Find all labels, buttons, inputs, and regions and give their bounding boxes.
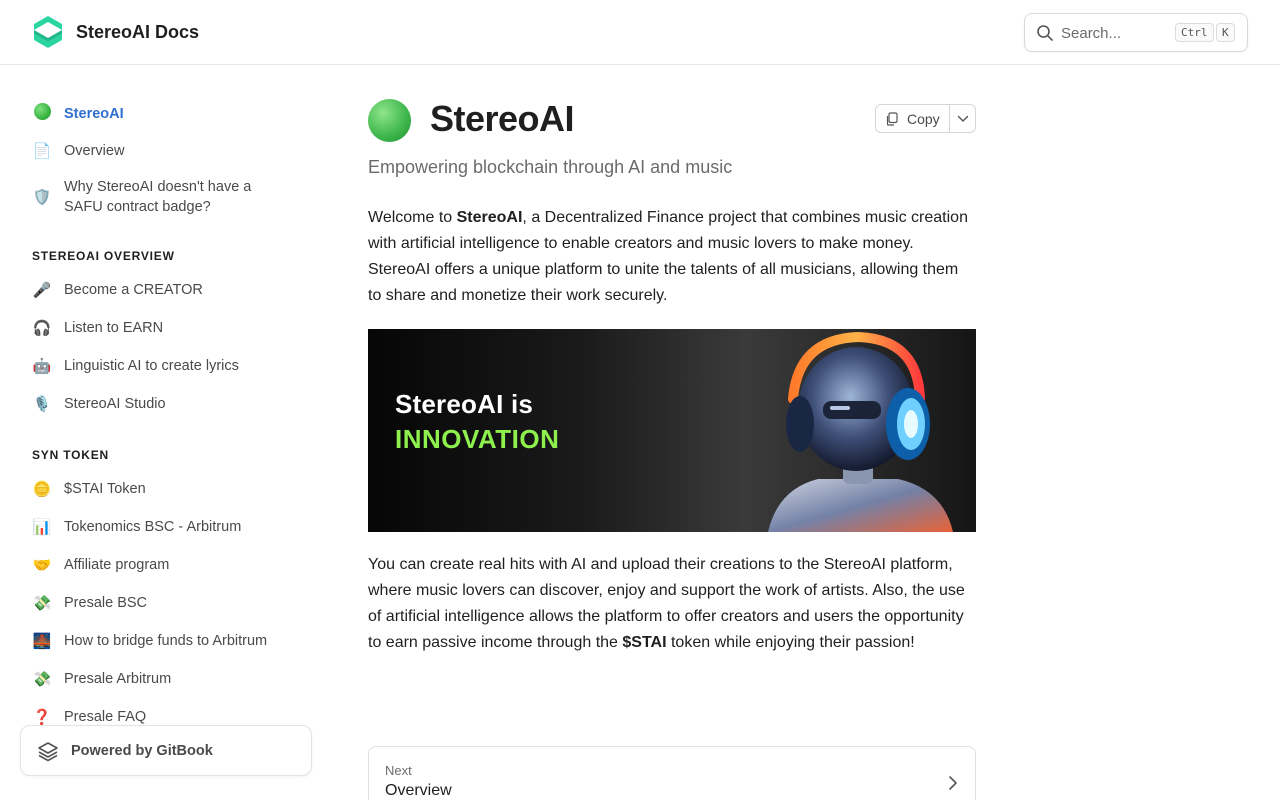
headphones-icon: 🎧 xyxy=(32,320,52,337)
robot-with-headphones-illustration xyxy=(768,331,953,532)
sidebar-item-presale-arbitrum[interactable]: 💸 Presale Arbitrum xyxy=(20,669,300,689)
green-circle-icon xyxy=(368,99,411,142)
sidebar-item-presale-faq[interactable]: ❓ Presale FAQ xyxy=(20,707,300,727)
green-circle-icon xyxy=(32,103,52,124)
top-header: StereoAI Docs Search... Ctrl K xyxy=(0,0,1280,65)
studio-microphone-icon: 🎙️ xyxy=(32,396,52,413)
money-wings-icon: 💸 xyxy=(32,595,52,612)
sidebar-item-label: Tokenomics BSC - Arbitrum xyxy=(64,519,242,535)
title-row: StereoAI Copy xyxy=(368,97,976,142)
search-icon xyxy=(1037,25,1053,41)
sidebar-item-safu-badge[interactable]: 🛡️ Why StereoAI doesn't have a SAFU cont… xyxy=(20,177,280,217)
section-title-stereoai-overview: STEREOAI OVERVIEW xyxy=(32,249,175,263)
powered-by-gitbook-button[interactable]: Powered by GitBook xyxy=(20,725,312,776)
second-paragraph: You can create real hits with AI and upl… xyxy=(368,556,965,651)
sidebar-item-linguistic-ai[interactable]: 🤖 Linguistic AI to create lyrics xyxy=(20,356,300,376)
sidebar-item-label: Presale BSC xyxy=(64,595,148,611)
robot-icon: 🤖 xyxy=(32,358,52,375)
copy-icon xyxy=(886,111,898,126)
bold-stereoai: StereoAI xyxy=(456,209,523,226)
sidebar-item-presale-bsc[interactable]: 💸 Presale BSC xyxy=(20,593,300,613)
sidebar-item-become-creator[interactable]: 🎤 Become a CREATOR xyxy=(20,280,300,300)
sidebar-item-stereoai[interactable]: StereoAI xyxy=(20,103,300,124)
sidebar-nav: StereoAI 📄 Overview 🛡️ Why StereoAI does… xyxy=(20,65,312,800)
intro-paragraph: Welcome to StereoAI, a Decentralized Fin… xyxy=(368,209,968,304)
next-caption: Next xyxy=(385,763,412,778)
sidebar-item-label: Overview xyxy=(64,143,125,159)
banner-line-1: StereoAI is xyxy=(395,389,534,419)
shortcut-k-key: K xyxy=(1216,23,1235,42)
sidebar-item-label: Why StereoAI doesn't have a SAFU contrac… xyxy=(64,179,252,215)
sidebar-item-tokenomics[interactable]: 📊 Tokenomics BSC - Arbitrum xyxy=(20,517,300,537)
page-icon: 📄 xyxy=(32,143,52,160)
sidebar-item-stereoai-studio[interactable]: 🎙️ StereoAI Studio xyxy=(20,394,300,414)
chevron-right-icon xyxy=(949,776,957,790)
sidebar-item-affiliate[interactable]: 🤝 Affiliate program xyxy=(20,555,300,575)
sidebar-item-label: Linguistic AI to create lyrics xyxy=(64,358,239,374)
copy-label: Copy xyxy=(907,110,940,127)
handshake-icon: 🤝 xyxy=(32,557,52,574)
coin-icon: 🪙 xyxy=(32,481,52,498)
chevron-down-icon xyxy=(957,115,968,122)
sidebar-item-label: Become a CREATOR xyxy=(64,282,203,298)
powered-by-label: Powered by GitBook xyxy=(71,743,213,759)
main-content: StereoAI Copy Empowering blockchain thro… xyxy=(368,65,976,800)
sidebar-item-label: StereoAI Studio xyxy=(64,396,166,412)
sidebar-item-stai-token[interactable]: 🪙 $STAI Token xyxy=(20,479,300,499)
next-page-title: Overview xyxy=(385,782,452,799)
search-placeholder: Search... xyxy=(1061,25,1122,42)
sidebar-item-label: Affiliate program xyxy=(64,557,170,573)
page-subtitle: Empowering blockchain through AI and mus… xyxy=(368,157,733,177)
sidebar-item-label: Presale Arbitrum xyxy=(64,671,172,687)
section-title-syn-token: SYN TOKEN xyxy=(32,448,109,462)
bridge-icon: 🌉 xyxy=(32,633,52,650)
microphone-icon: 🎤 xyxy=(32,282,52,299)
innovation-banner-image: StereoAI is INNOVATION xyxy=(368,329,976,532)
sidebar-item-listen-to-earn[interactable]: 🎧 Listen to EARN xyxy=(20,318,300,338)
search-box[interactable]: Search... Ctrl K xyxy=(1024,13,1248,52)
sidebar-item-label: How to bridge funds to Arbitrum xyxy=(64,633,268,649)
shortcut-ctrl-key: Ctrl xyxy=(1175,23,1214,42)
copy-button[interactable]: Copy xyxy=(876,105,951,132)
page-title: StereoAI xyxy=(430,98,575,139)
sidebar-item-bridge-arbitrum[interactable]: 🌉 How to bridge funds to Arbitrum xyxy=(20,631,300,651)
stereoai-logo-icon[interactable] xyxy=(32,15,64,49)
sidebar-item-label: $STAI Token xyxy=(64,481,146,497)
copy-dropdown-button[interactable] xyxy=(950,105,975,132)
bold-stai: $STAI xyxy=(622,634,667,651)
sidebar-item-label: StereoAI xyxy=(64,105,124,122)
bar-chart-icon: 📊 xyxy=(32,519,52,536)
sidebar-item-label: Presale FAQ xyxy=(64,709,147,725)
gitbook-icon xyxy=(38,742,58,762)
money-wings-icon: 💸 xyxy=(32,671,52,688)
site-title[interactable]: StereoAI Docs xyxy=(76,20,199,44)
banner-line-2: INNOVATION xyxy=(395,424,560,454)
copy-button-group: Copy xyxy=(875,104,976,133)
question-mark-icon: ❓ xyxy=(32,709,52,726)
shield-icon: 🛡️ xyxy=(32,189,52,206)
next-page-card[interactable]: Next Overview xyxy=(368,746,976,800)
sidebar-item-label: Listen to EARN xyxy=(64,320,164,336)
sidebar-item-overview[interactable]: 📄 Overview xyxy=(20,141,300,161)
